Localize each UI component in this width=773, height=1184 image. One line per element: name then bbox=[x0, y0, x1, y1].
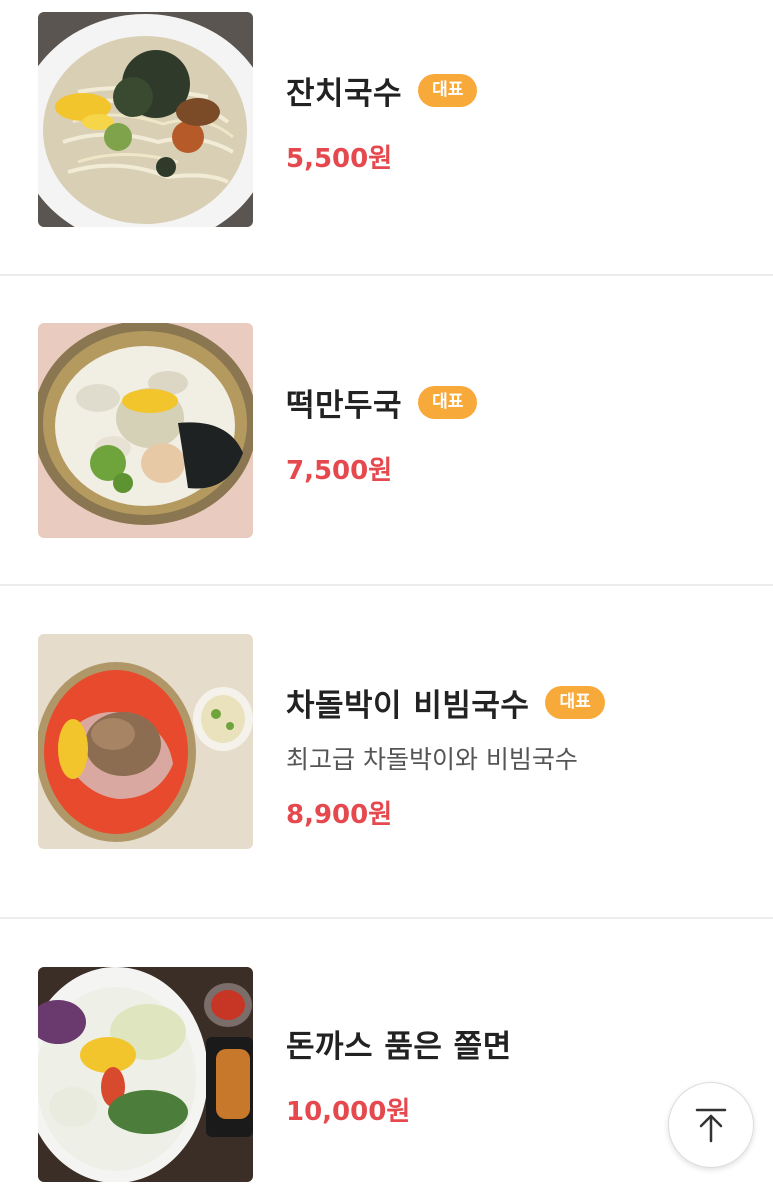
menu-item-name: 잔치국수 bbox=[286, 75, 403, 112]
signature-badge: 대표 bbox=[418, 385, 478, 419]
chadol-bibim-guksu-photo bbox=[38, 634, 253, 849]
menu-item-description: 최고급 차돌박이와 비빔국수 bbox=[286, 745, 578, 774]
janchi-guksu-photo bbox=[38, 12, 253, 227]
signature-badge: 대표 bbox=[545, 685, 605, 719]
menu-item-name: 떡만두국 bbox=[286, 387, 403, 424]
menu-item-price: 8,900원 bbox=[286, 800, 393, 830]
menu-item-price: 7,500원 bbox=[286, 456, 393, 486]
menu-item-donkatsu-jjolmyeon[interactable]: 돈까스 품은 쫄면 10,000원 bbox=[0, 919, 773, 1184]
menu-item-name: 돈까스 품은 쫄면 bbox=[286, 1028, 512, 1065]
menu-item-janchi-guksu[interactable]: 잔치국수 대표 5,500원 bbox=[0, 0, 773, 276]
menu-item-tteok-mandu-guk[interactable]: 떡만두국 대표 7,500원 bbox=[0, 276, 773, 586]
menu-item-chadol-bibim-guksu[interactable]: 차돌박이 비빔국수 대표 최고급 차돌박이와 비빔국수 8,900원 bbox=[0, 586, 773, 919]
donkatsu-jjolmyeon-photo bbox=[38, 967, 253, 1182]
scroll-to-top-button[interactable] bbox=[668, 1082, 754, 1168]
menu-item-price: 5,500원 bbox=[286, 144, 393, 174]
menu-list: 잔치국수 대표 5,500원 떡만두국 대표 7,500원 차돌박이 비빔국수 … bbox=[0, 0, 773, 1184]
tteok-mandu-guk-photo bbox=[38, 323, 253, 538]
signature-badge: 대표 bbox=[418, 73, 478, 107]
arrow-up-to-top-icon bbox=[695, 1108, 727, 1143]
menu-item-name: 차돌박이 비빔국수 bbox=[286, 687, 530, 724]
